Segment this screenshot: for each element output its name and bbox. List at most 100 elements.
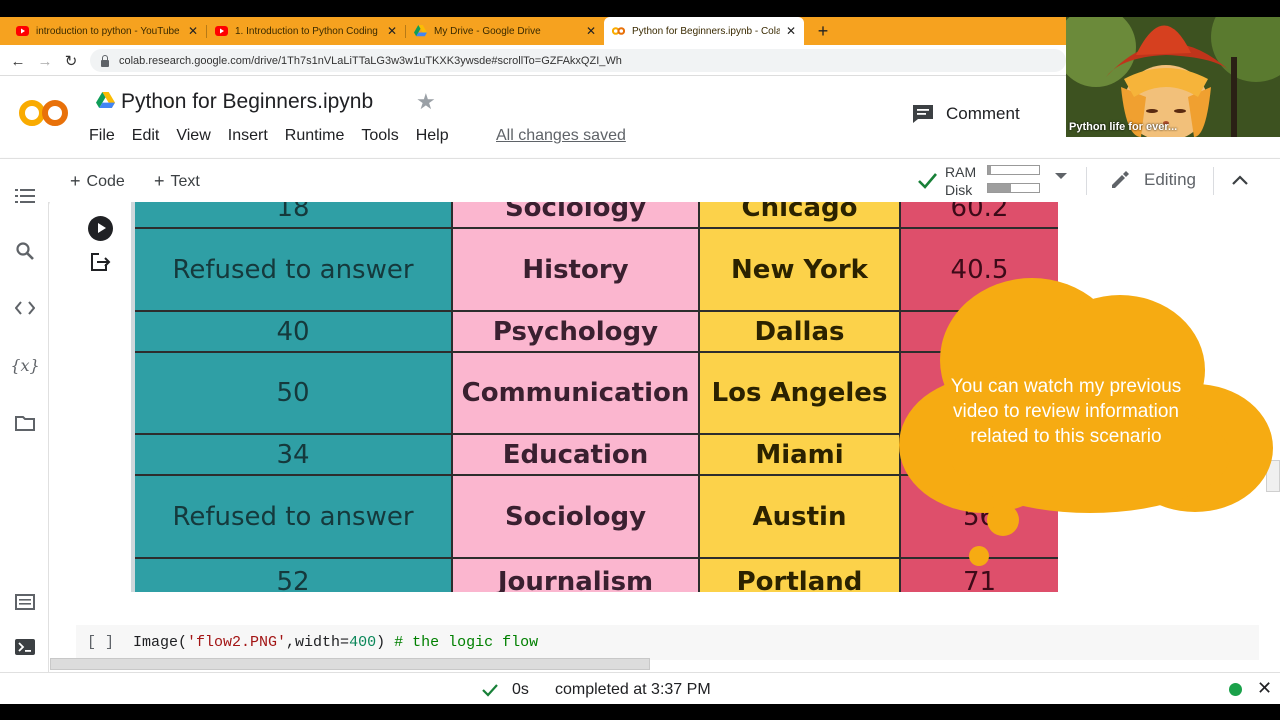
table-cell: Miami (700, 435, 901, 476)
colab-icon (612, 25, 625, 38)
table-cell: 50 (135, 353, 453, 435)
table-row: 40 Psychology Dallas (135, 312, 1058, 353)
run-cell-button[interactable] (88, 216, 113, 241)
ram-label: RAM (945, 164, 977, 180)
menu-help[interactable]: Help (416, 127, 449, 145)
output-menu-icon[interactable] (90, 252, 112, 272)
resource-indicator[interactable]: RAM Disk (945, 163, 976, 199)
search-icon[interactable] (14, 240, 36, 262)
add-code-label: Code (86, 172, 125, 190)
lock-icon (100, 54, 110, 67)
google-drive-icon[interactable] (96, 92, 115, 109)
disk-label: Disk (945, 182, 973, 198)
table-cell: Communication (453, 353, 700, 435)
save-status[interactable]: All changes saved (496, 127, 626, 145)
table-cell: 34 (135, 435, 453, 476)
code-close: ) (376, 634, 395, 651)
editing-mode-button[interactable]: Editing (1110, 170, 1196, 190)
back-icon[interactable]: ← (8, 51, 28, 71)
table-cell: 60.2 (901, 202, 1058, 229)
tab-title: 1. Introduction to Python Coding (235, 25, 378, 37)
chevron-up-icon[interactable] (1231, 173, 1249, 187)
table-cell: 40 (135, 312, 453, 353)
cell-toolbar: + Code + Text RAM Disk Editing (0, 158, 1280, 202)
new-tab-button[interactable]: + (814, 17, 832, 45)
menu-runtime[interactable]: Runtime (285, 127, 345, 145)
avatar-character (1066, 17, 1280, 137)
terminal-icon[interactable] (14, 636, 36, 658)
code-func: Image( (133, 634, 188, 651)
table-cell: 40.5 (901, 229, 1058, 312)
browser-tab-3[interactable]: My Drive - Google Drive ✕ (406, 17, 604, 45)
forward-icon[interactable]: → (35, 51, 55, 71)
menu-view[interactable]: View (176, 127, 210, 145)
youtube-icon (215, 25, 228, 38)
code-string: 'flow2.PNG' (187, 634, 287, 651)
table-cell: History (453, 229, 700, 312)
comment-button[interactable]: Comment (912, 104, 1020, 124)
browser-toolbar: ← → ↻ colab.research.google.com/drive/1T… (0, 45, 1066, 76)
variables-icon[interactable]: {x} (10, 354, 39, 376)
close-icon[interactable]: ✕ (1257, 678, 1272, 699)
menu-tools[interactable]: Tools (361, 127, 398, 145)
add-text-label: Text (170, 172, 200, 190)
notebook-title[interactable]: Python for Beginners.ipynb (121, 90, 373, 114)
code-snippets-icon[interactable] (14, 297, 36, 319)
browser-tab-4-active[interactable]: Python for Beginners.ipynb - Colab ✕ (604, 17, 804, 45)
table-row: Refused to answer History New York 40.5 (135, 229, 1058, 312)
address-bar[interactable]: colab.research.google.com/drive/1Th7s1nV… (90, 49, 1066, 72)
disk-meter (987, 183, 1040, 193)
table-cell: Sociology (453, 476, 700, 559)
plus-icon: + (70, 171, 81, 191)
folder-icon[interactable] (14, 412, 36, 434)
tab-title: My Drive - Google Drive (434, 25, 541, 37)
command-palette-icon[interactable] (14, 591, 36, 613)
execution-count[interactable]: [ ] (87, 634, 114, 651)
table-cell: Journalism (453, 559, 700, 592)
screen: introduction to python - YouTube ✕ 1. In… (0, 0, 1280, 720)
add-code-button[interactable]: + Code (70, 171, 125, 192)
reload-icon[interactable]: ↻ (61, 51, 81, 71)
close-tab-icon[interactable]: ✕ (786, 24, 796, 38)
table-row: 18 Sociology Chicago 60.2 (135, 202, 1058, 229)
browser-tab-strip: introduction to python - YouTube ✕ 1. In… (0, 17, 1066, 45)
divider (1086, 167, 1087, 195)
menu-file[interactable]: File (89, 127, 115, 145)
table-of-contents-icon[interactable] (14, 185, 36, 207)
table-cell: Austin (700, 476, 901, 559)
colab-logo[interactable] (18, 95, 70, 131)
table-cell: 18 (135, 202, 453, 229)
table-cell: 56 (901, 476, 1058, 559)
pencil-icon (1112, 171, 1129, 188)
menu-bar: File Edit View Insert Runtime Tools Help (89, 127, 466, 145)
close-tab-icon[interactable]: ✕ (387, 24, 397, 38)
code-number: 400 (349, 634, 377, 651)
menu-insert[interactable]: Insert (228, 127, 268, 145)
browser-tab-2[interactable]: 1. Introduction to Python Coding ✕ (207, 17, 405, 45)
code-editor-line[interactable]: Image('flow2.PNG',width=400) # the logic… (133, 634, 538, 651)
vertical-scrollbar[interactable] (1266, 460, 1280, 492)
close-tab-icon[interactable]: ✕ (586, 24, 596, 38)
table-row: 34 Education Miami (135, 435, 1058, 476)
table-cell: Dallas (700, 312, 901, 353)
browser-tab-1[interactable]: introduction to python - YouTube ✕ (8, 17, 206, 45)
menu-edit[interactable]: Edit (132, 127, 160, 145)
cloud-message: You can watch my previous video to revie… (950, 376, 1182, 447)
close-tab-icon[interactable]: ✕ (188, 24, 198, 38)
table-cell: Refused to answer (135, 229, 453, 312)
star-icon[interactable]: ★ (416, 89, 436, 115)
table-cell (901, 312, 1058, 353)
horizontal-scrollbar[interactable] (50, 658, 650, 670)
tab-title: introduction to python - YouTube (36, 25, 180, 37)
google-drive-icon (414, 25, 427, 38)
completed-check-icon (482, 684, 498, 697)
letterbox-bottom (0, 704, 1280, 720)
add-text-button[interactable]: + Text (154, 171, 200, 192)
output-image-table: 18 Sociology Chicago 60.2 Refused to ans… (131, 202, 1058, 592)
table-cell: 52 (135, 559, 453, 592)
table-cell: Education (453, 435, 700, 476)
chevron-down-icon[interactable] (1055, 173, 1067, 179)
table-cell: New York (700, 229, 901, 312)
disk-meter-fill (988, 184, 1011, 192)
divider (1213, 167, 1214, 195)
